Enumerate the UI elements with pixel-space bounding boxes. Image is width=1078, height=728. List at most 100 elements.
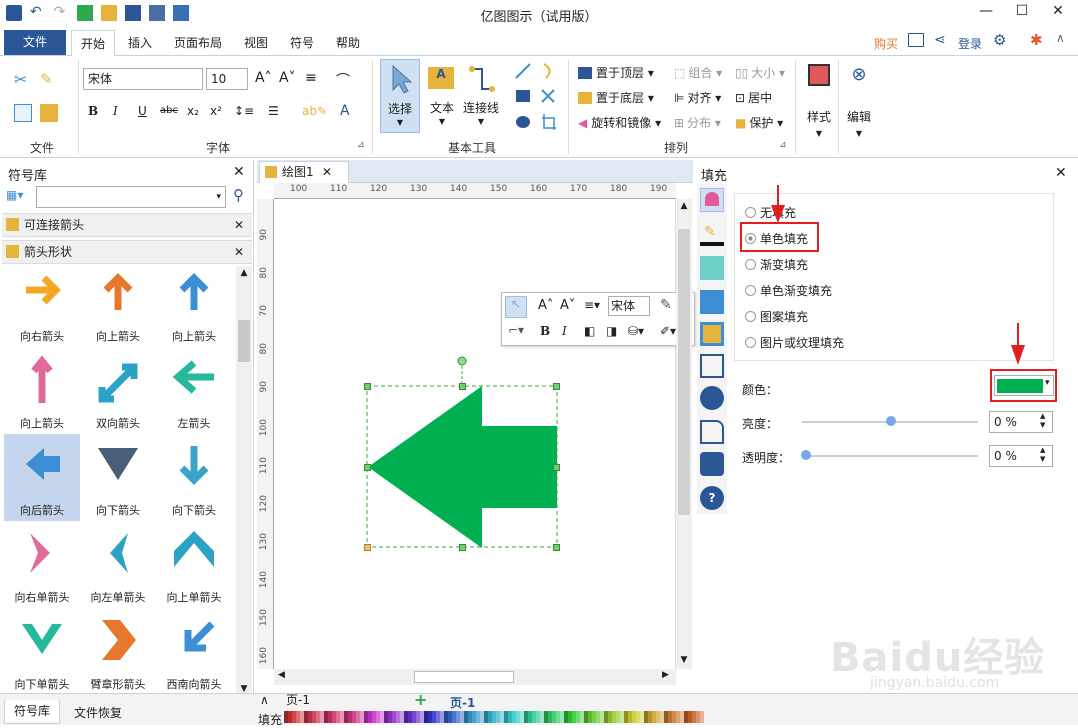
scroll-up-icon[interactable]: ▲ bbox=[236, 268, 252, 278]
library-menu-icon[interactable]: ▦▾ bbox=[6, 188, 32, 206]
scroll-thumb[interactable] bbox=[678, 229, 690, 515]
fill-color-icon[interactable]: ⛁▾ bbox=[628, 324, 644, 338]
login-link[interactable]: 登录 bbox=[958, 35, 982, 52]
center-button[interactable]: ⊡ 居中 bbox=[735, 89, 772, 106]
symbol-item[interactable]: 向上箭头 bbox=[4, 353, 80, 440]
page-tab-active[interactable]: 页-1 bbox=[450, 694, 475, 711]
subscript-icon[interactable]: x₂ bbox=[187, 104, 199, 118]
rotate-mirror-button[interactable]: ◀ 旋转和镜像 ▾ bbox=[578, 114, 661, 131]
resize-handle[interactable] bbox=[364, 544, 371, 551]
edit-button[interactable]: ⊗ 编辑 ▼ bbox=[842, 62, 876, 142]
symbol-item[interactable]: 向下单箭头 bbox=[4, 614, 80, 698]
strikethrough-icon[interactable]: abc bbox=[160, 105, 178, 116]
bold-icon[interactable]: B bbox=[540, 324, 550, 338]
scroll-up-icon[interactable]: ▲ bbox=[676, 201, 692, 211]
float-font-select[interactable]: 宋体 bbox=[608, 296, 650, 316]
library-bottom-tab[interactable]: 符号库 bbox=[4, 700, 60, 724]
color-palette[interactable] bbox=[284, 711, 704, 723]
symbol-item[interactable]: 向右箭头 bbox=[4, 266, 80, 353]
scroll-thumb[interactable] bbox=[414, 671, 514, 683]
italic-icon[interactable]: I bbox=[562, 324, 567, 338]
font-name-select[interactable]: 宋体 bbox=[83, 68, 203, 90]
resize-handle[interactable] bbox=[553, 383, 560, 390]
globe-tab-icon[interactable] bbox=[700, 386, 724, 410]
select-icon[interactable]: ↖ bbox=[505, 296, 527, 318]
bring-to-front-button[interactable]: 置于顶层 ▾ bbox=[578, 64, 654, 81]
copy-icon[interactable] bbox=[14, 104, 32, 122]
grow-font-icon[interactable]: A˄ bbox=[255, 70, 272, 86]
symbol-item[interactable]: 臂章形箭头 bbox=[80, 614, 156, 698]
rectangle-tool-icon[interactable] bbox=[516, 90, 530, 102]
brightness-slider-thumb[interactable] bbox=[886, 416, 896, 426]
scroll-left-icon[interactable]: ◀ bbox=[278, 670, 285, 680]
cross-tool-icon[interactable] bbox=[541, 89, 555, 103]
symbol-item[interactable]: 向后箭头 bbox=[4, 434, 80, 521]
font-dialog-launcher-icon[interactable]: ⊿ bbox=[357, 140, 365, 150]
format-painter-icon[interactable]: ✎ bbox=[660, 297, 672, 313]
align-text-icon[interactable]: ≡ bbox=[305, 70, 317, 86]
file-menu[interactable]: 文件 bbox=[4, 30, 66, 55]
cut-icon[interactable]: ✂ bbox=[14, 70, 32, 89]
line-tool-icon[interactable] bbox=[515, 63, 531, 79]
library-search-input[interactable]: ▾ bbox=[36, 186, 226, 208]
symbol-item[interactable]: 向下箭头 bbox=[156, 440, 232, 527]
tab-help[interactable]: 帮助 bbox=[328, 30, 368, 56]
page-select[interactable]: 页-1 bbox=[282, 693, 402, 709]
close-button[interactable]: ✕ bbox=[1038, 0, 1078, 24]
help-icon[interactable]: ? bbox=[700, 486, 724, 510]
shrink-font-icon[interactable]: A˅ bbox=[560, 298, 575, 313]
close-icon[interactable]: ✕ bbox=[322, 162, 332, 182]
attachment-tab-icon[interactable] bbox=[700, 420, 724, 444]
theme-icon[interactable]: ✱ bbox=[1030, 31, 1043, 49]
connector-icon[interactable]: ⌐▾ bbox=[508, 323, 524, 337]
symbol-item[interactable]: 左箭头 bbox=[156, 353, 232, 440]
highlight-icon[interactable]: ab✎ bbox=[302, 104, 327, 118]
library-section-connectable-arrows[interactable]: 可连接箭头 ✕ bbox=[2, 213, 252, 237]
search-icon[interactable]: ⚲ bbox=[233, 186, 244, 204]
symbol-item[interactable]: 向上箭头 bbox=[80, 266, 156, 353]
symbol-item[interactable]: 向右单箭头 bbox=[4, 527, 80, 614]
transparency-slider[interactable] bbox=[802, 455, 978, 457]
fill-tab-icon[interactable] bbox=[700, 188, 724, 212]
line-color-icon[interactable]: ✐▾ bbox=[660, 324, 676, 338]
spinner-icon[interactable]: ▲ ▼ bbox=[1040, 412, 1045, 430]
settings-icon[interactable]: ⚙ bbox=[993, 31, 1006, 49]
collapse-ribbon-icon[interactable]: ∧ bbox=[1056, 31, 1065, 45]
fill-option-radio[interactable]: 图案填充 bbox=[745, 308, 808, 325]
symbol-item[interactable]: 向上单箭头 bbox=[156, 527, 232, 614]
symbol-item[interactable]: 向上箭头 bbox=[156, 266, 232, 353]
resize-handle[interactable] bbox=[364, 464, 371, 471]
underline-icon[interactable]: U bbox=[138, 104, 147, 118]
spinner-icon[interactable]: ▲ ▼ bbox=[1040, 446, 1045, 464]
format-painter-icon[interactable]: ✎ bbox=[40, 70, 58, 88]
scroll-right-icon[interactable]: ▶ bbox=[662, 670, 669, 680]
close-icon[interactable]: ✕ bbox=[234, 241, 244, 263]
scroll-thumb[interactable] bbox=[238, 320, 250, 362]
superscript-icon[interactable]: x² bbox=[210, 104, 222, 118]
rotation-handle[interactable] bbox=[457, 356, 467, 366]
resize-handle[interactable] bbox=[459, 544, 466, 551]
shrink-font-icon[interactable]: A˅ bbox=[279, 70, 296, 86]
file-recovery-tab[interactable]: 文件恢复 bbox=[74, 704, 122, 721]
style-button[interactable]: 样式 ▼ bbox=[802, 62, 836, 142]
symbol-item[interactable]: 双向箭头 bbox=[80, 353, 156, 440]
arc-tool-icon[interactable] bbox=[543, 63, 551, 79]
minimize-button[interactable]: — bbox=[966, 0, 1006, 24]
send-to-back-button[interactable]: 置于底层 ▾ bbox=[578, 89, 654, 106]
tab-view[interactable]: 视图 bbox=[236, 30, 276, 56]
add-page-icon[interactable]: + bbox=[414, 690, 427, 709]
scroll-down-icon[interactable]: ▼ bbox=[676, 655, 692, 665]
shadow-tab-icon[interactable] bbox=[700, 256, 724, 280]
resize-handle[interactable] bbox=[364, 383, 371, 390]
pages-collapse-icon[interactable]: ∧ bbox=[260, 693, 269, 707]
connector-tool-button[interactable]: 连接线 ▼ bbox=[460, 59, 502, 133]
close-icon[interactable]: ✕ bbox=[234, 214, 244, 236]
grow-font-icon[interactable]: A˄ bbox=[538, 298, 553, 313]
paste-icon[interactable] bbox=[40, 104, 58, 122]
transparency-slider-thumb[interactable] bbox=[801, 450, 811, 460]
fill-option-radio[interactable]: 渐变填充 bbox=[745, 256, 808, 273]
share-icon[interactable]: ⋖ bbox=[934, 32, 946, 48]
group-button[interactable]: ⬚ 组合 ▾ bbox=[674, 64, 722, 81]
fill-option-radio[interactable]: 单色渐变填充 bbox=[745, 282, 832, 299]
send-back-icon[interactable]: ◨ bbox=[606, 324, 617, 338]
